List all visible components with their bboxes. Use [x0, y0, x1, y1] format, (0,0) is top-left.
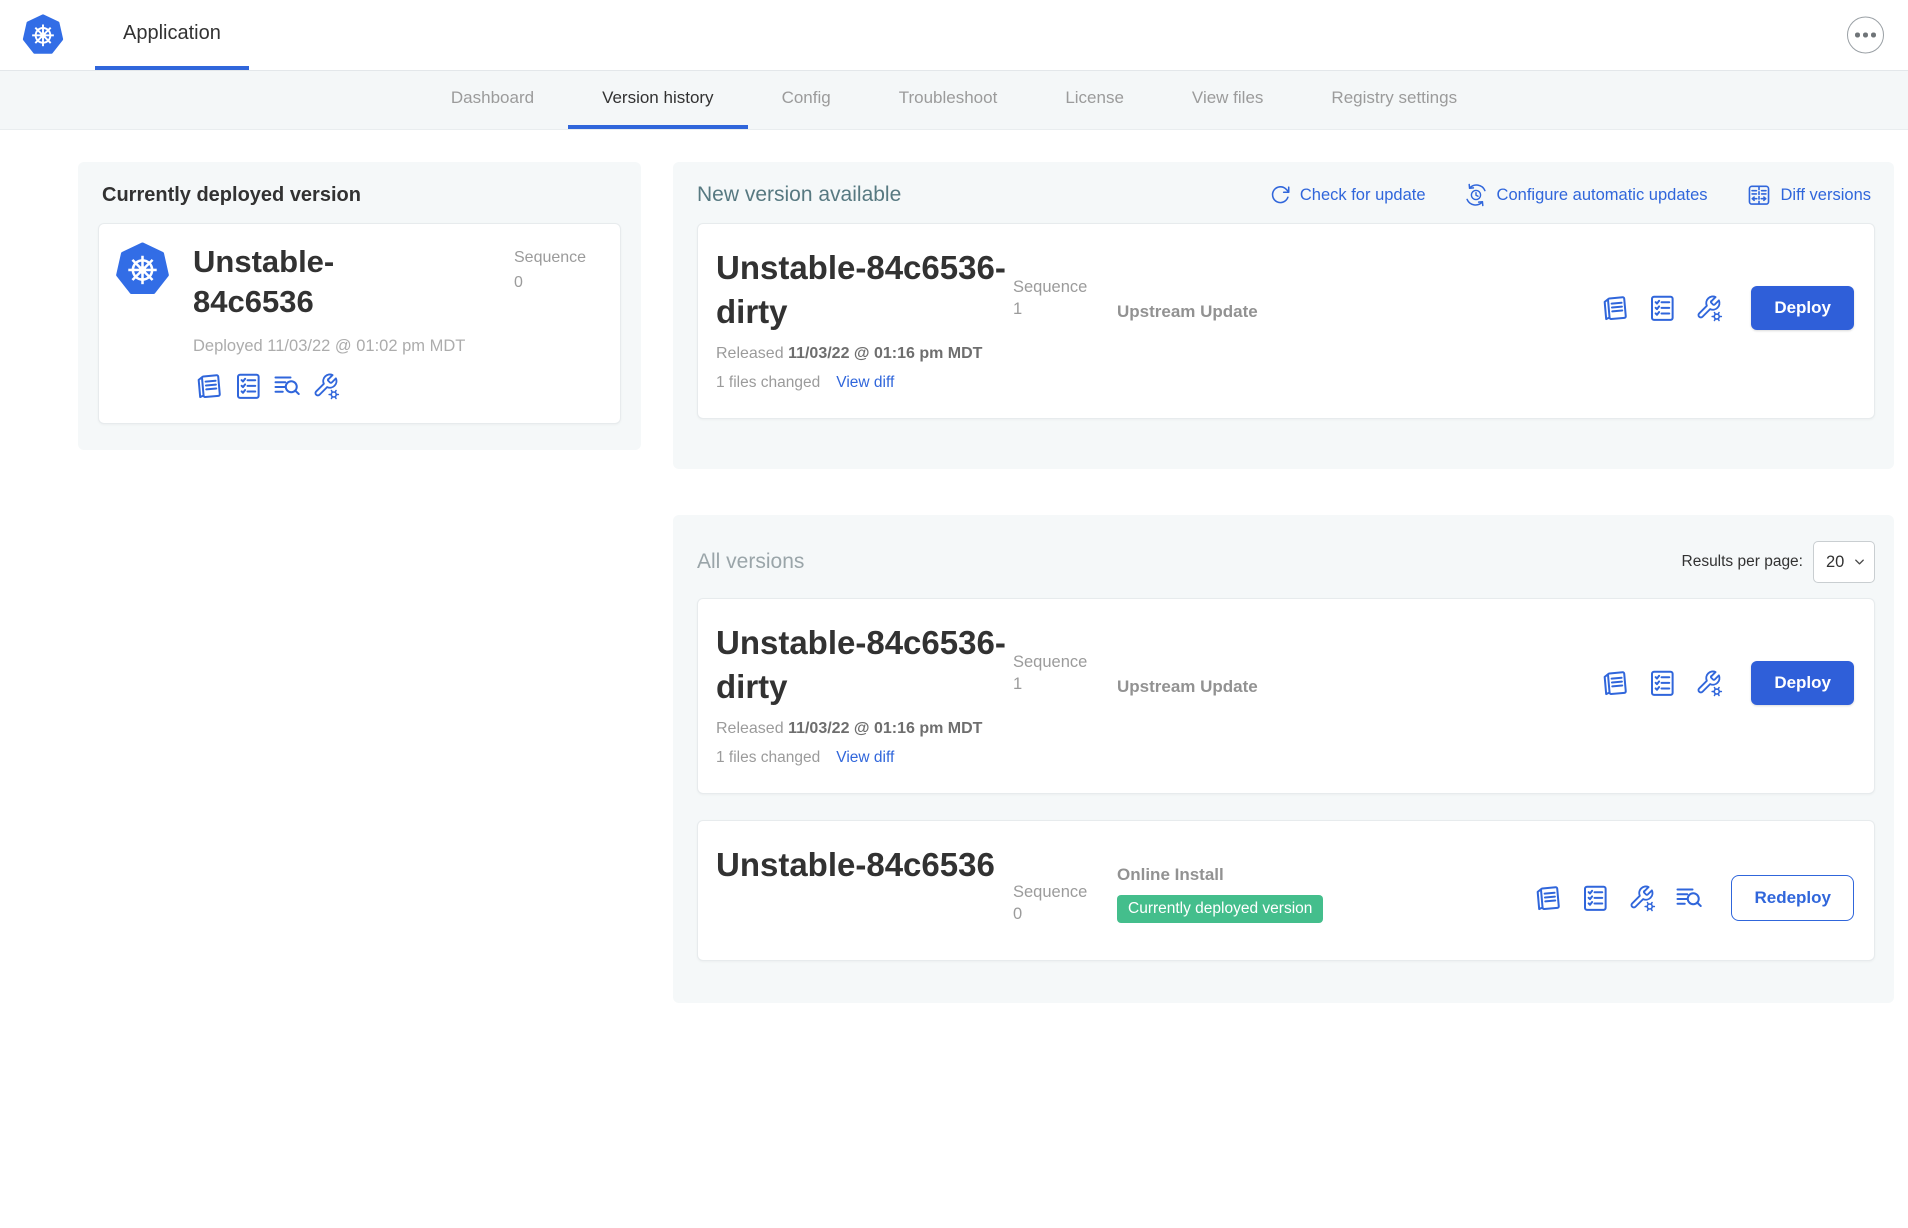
- diff-versions-link[interactable]: Diff versions: [1746, 182, 1871, 208]
- app-header: Application: [0, 0, 1908, 71]
- version-title: Unstable-84c6536: [716, 843, 1013, 887]
- version-source: Online Install: [1117, 865, 1533, 885]
- tab-troubleshoot[interactable]: Troubleshoot: [865, 71, 1032, 129]
- deployed-version-title: Unstable-84c6536: [193, 242, 425, 321]
- sequence-value: 0: [514, 271, 604, 296]
- currently-deployed-panel: Currently deployed version Unstable-84c6…: [78, 162, 641, 450]
- released-line: Released 11/03/22 @ 01:16 pm MDT: [716, 720, 1854, 738]
- deploy-logs-icon[interactable]: [1674, 883, 1704, 913]
- kubernetes-logo-icon: [22, 14, 64, 56]
- released-date: 11/03/22 @ 01:16 pm MDT: [788, 345, 982, 362]
- deploy-logs-icon[interactable]: [272, 371, 302, 401]
- config-icon[interactable]: [1694, 293, 1724, 323]
- sequence-label: Sequence: [1013, 881, 1117, 903]
- app-tab[interactable]: Application: [95, 0, 249, 70]
- tab-registry-settings[interactable]: Registry settings: [1297, 71, 1491, 129]
- preflight-checks-icon[interactable]: [233, 371, 263, 401]
- files-changed-text: 1 files changed: [716, 374, 820, 392]
- release-notes-icon[interactable]: [1533, 883, 1563, 913]
- release-notes-icon[interactable]: [1600, 668, 1630, 698]
- configure-automatic-updates-link[interactable]: Configure automatic updates: [1464, 183, 1708, 207]
- config-icon[interactable]: [1694, 668, 1724, 698]
- main-content: Currently deployed version Unstable-84c6…: [0, 130, 1908, 1003]
- sequence-label: Sequence: [514, 246, 604, 271]
- tab-view-files[interactable]: View files: [1158, 71, 1298, 129]
- preflight-checks-icon[interactable]: [1580, 883, 1610, 913]
- version-title: Unstable-84c6536-dirty: [716, 246, 1013, 333]
- right-column: New version available Check for update C…: [673, 162, 1894, 1003]
- main-nav: Dashboard Version history Config Trouble…: [0, 71, 1908, 130]
- version-source: Upstream Update: [1117, 621, 1600, 697]
- app-tab-label: Application: [123, 22, 221, 45]
- tab-dashboard[interactable]: Dashboard: [417, 71, 568, 129]
- view-diff-link[interactable]: View diff: [836, 374, 894, 392]
- auto-update-icon: [1464, 183, 1488, 207]
- version-row-deployed: Unstable-84c6536 Sequence 0 Online Insta…: [697, 820, 1875, 961]
- ellipsis-icon: [1855, 33, 1860, 38]
- release-notes-icon[interactable]: [194, 371, 224, 401]
- files-changed-text: 1 files changed: [716, 749, 820, 767]
- currently-deployed-badge: Currently deployed version: [1117, 895, 1323, 923]
- new-version-card: Unstable-84c6536-dirty Sequence 1 Upstre…: [697, 223, 1875, 419]
- version-source: Upstream Update: [1117, 246, 1600, 322]
- version-title: Unstable-84c6536-dirty: [716, 621, 1013, 708]
- currently-deployed-heading: Currently deployed version: [102, 184, 621, 207]
- all-versions-panel: All versions Results per page: 20 Unstab…: [673, 515, 1894, 1003]
- deploy-button[interactable]: Deploy: [1751, 286, 1854, 330]
- diff-versions-icon: [1746, 182, 1772, 208]
- kubernetes-app-icon: [115, 242, 170, 297]
- sequence-label: Sequence: [1013, 651, 1117, 673]
- tab-license[interactable]: License: [1031, 71, 1158, 129]
- released-date: 11/03/22 @ 01:16 pm MDT: [788, 720, 982, 737]
- release-notes-icon[interactable]: [1600, 293, 1630, 323]
- tab-config[interactable]: Config: [748, 71, 865, 129]
- check-for-update-link[interactable]: Check for update: [1269, 184, 1426, 206]
- sequence-value: 1: [1013, 673, 1117, 695]
- deployed-timestamp: Deployed 11/03/22 @ 01:02 pm MDT: [193, 337, 604, 356]
- sequence-value: 0: [1013, 903, 1117, 925]
- redeploy-button[interactable]: Redeploy: [1731, 875, 1854, 921]
- refresh-icon: [1269, 184, 1291, 206]
- version-row-dirty: Unstable-84c6536-dirty Sequence 1 Upstre…: [697, 598, 1875, 794]
- preflight-checks-icon[interactable]: [1647, 668, 1677, 698]
- tab-version-history[interactable]: Version history: [568, 71, 748, 129]
- new-version-panel: New version available Check for update C…: [673, 162, 1894, 469]
- preflight-checks-icon[interactable]: [1647, 293, 1677, 323]
- deploy-button[interactable]: Deploy: [1751, 661, 1854, 705]
- config-icon[interactable]: [1627, 883, 1657, 913]
- released-line: Released 11/03/22 @ 01:16 pm MDT: [716, 345, 1854, 363]
- sequence-label: Sequence: [1013, 276, 1117, 298]
- config-icon[interactable]: [311, 371, 341, 401]
- results-per-page-label: Results per page:: [1682, 553, 1804, 571]
- view-diff-link[interactable]: View diff: [836, 749, 894, 767]
- all-versions-heading: All versions: [697, 550, 804, 574]
- sequence-value: 1: [1013, 298, 1117, 320]
- results-per-page-select[interactable]: 20: [1813, 541, 1875, 583]
- currently-deployed-card: Unstable-84c6536 Sequence 0 Deployed 11/…: [98, 223, 621, 424]
- overflow-menu-button[interactable]: [1847, 17, 1884, 54]
- left-column: Currently deployed version Unstable-84c6…: [78, 162, 641, 450]
- new-version-heading: New version available: [697, 183, 901, 207]
